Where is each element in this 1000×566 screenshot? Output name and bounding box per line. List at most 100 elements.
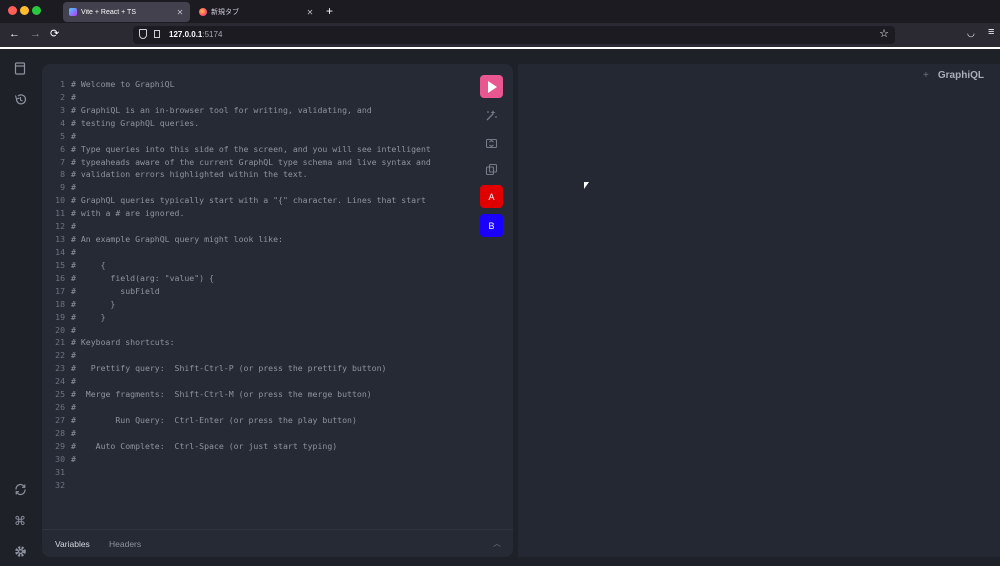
close-window-button[interactable] xyxy=(8,6,17,15)
line-text[interactable]: # Prettify query: Shift-Ctrl-P (or press… xyxy=(71,362,386,375)
code-line[interactable]: 5 # xyxy=(42,130,482,143)
minimize-window-button[interactable] xyxy=(20,6,29,15)
line-text[interactable]: # { xyxy=(71,259,106,272)
history-icon[interactable] xyxy=(13,93,27,107)
pocket-icon[interactable]: ◡ xyxy=(967,28,975,39)
line-text[interactable]: # xyxy=(71,324,76,337)
chevron-up-icon[interactable]: ︿ xyxy=(493,538,501,549)
editor-tools-bar: Variables Headers ︿ xyxy=(42,529,513,558)
forward-icon[interactable]: → xyxy=(30,27,41,41)
code-line[interactable]: 7 # typeaheads aware of the current Graph… xyxy=(42,156,482,169)
line-text[interactable]: # testing GraphQL queries. xyxy=(71,117,199,130)
reload-icon[interactable]: ⟳ xyxy=(50,27,59,41)
line-text[interactable]: # } xyxy=(71,311,106,324)
prettify-button[interactable] xyxy=(480,104,503,127)
code-line[interactable]: 20 # xyxy=(42,324,482,337)
line-text[interactable]: # xyxy=(71,375,76,388)
line-text[interactable]: # xyxy=(71,246,76,259)
line-text[interactable]: # xyxy=(71,91,76,104)
code-line[interactable]: 9 # xyxy=(42,181,482,194)
line-text[interactable]: # Merge fragments: Shift-Ctrl-M (or pres… xyxy=(71,388,372,401)
line-text[interactable]: # xyxy=(71,427,76,440)
shortcuts-icon[interactable]: ⌘ xyxy=(13,514,27,528)
line-text[interactable]: # GraphQL queries typically start with a… xyxy=(71,194,426,207)
line-text[interactable]: # with a # are ignored. xyxy=(71,207,184,220)
url-bar[interactable]: 127.0.0.1:5174 ☆ xyxy=(133,26,895,44)
code-line[interactable]: 3 # GraphiQL is an in-browser tool for wr… xyxy=(42,104,482,117)
line-text[interactable]: # validation errors highlighted within t… xyxy=(71,168,308,181)
line-text[interactable]: # Type queries into this side of the scr… xyxy=(71,143,431,156)
code-line[interactable]: 27 # Run Query: Ctrl-Enter (or press the … xyxy=(42,414,482,427)
url-text[interactable]: 127.0.0.1:5174 xyxy=(169,30,222,39)
line-number: 31 xyxy=(55,466,65,477)
line-text[interactable]: # subField xyxy=(71,285,160,298)
code-line[interactable]: 18 # } xyxy=(42,298,482,311)
new-tab-button[interactable]: + xyxy=(326,4,333,18)
refetch-icon[interactable] xyxy=(13,483,27,497)
line-text[interactable]: # xyxy=(71,349,76,362)
code-line[interactable]: 29 # Auto Complete: Ctrl-Space (or just s… xyxy=(42,440,482,453)
code-line[interactable]: 10 # GraphQL queries typically start with… xyxy=(42,194,482,207)
bookmark-star-icon[interactable]: ☆ xyxy=(879,27,889,40)
firefox-icon xyxy=(199,8,207,16)
code-line[interactable]: 21 # Keyboard shortcuts: xyxy=(42,336,482,349)
code-line[interactable]: 15 # { xyxy=(42,259,482,272)
line-number: 30 xyxy=(55,453,65,464)
tab-headers[interactable]: Headers xyxy=(109,539,141,549)
line-text[interactable]: # xyxy=(71,181,76,194)
line-text[interactable]: # Keyboard shortcuts: xyxy=(71,336,175,349)
code-line[interactable]: 32 xyxy=(42,479,482,492)
code-line[interactable]: 17 # subField xyxy=(42,285,482,298)
code-line[interactable]: 14 # xyxy=(42,246,482,259)
line-text[interactable]: # Run Query: Ctrl-Enter (or press the pl… xyxy=(71,414,357,427)
code-line[interactable]: 1 # Welcome to GraphiQL xyxy=(42,78,482,91)
code-line[interactable]: 16 # field(arg: "value") { xyxy=(42,272,482,285)
maximize-window-button[interactable] xyxy=(32,6,41,15)
code-line[interactable]: 25 # Merge fragments: Shift-Ctrl-M (or pr… xyxy=(42,388,482,401)
code-line[interactable]: 22 # xyxy=(42,349,482,362)
copy-button[interactable] xyxy=(480,158,503,181)
line-text[interactable]: # } xyxy=(71,298,115,311)
close-tab-icon[interactable]: ✕ xyxy=(174,8,186,17)
code-line[interactable]: 24 # xyxy=(42,375,482,388)
browser-tab-active[interactable]: Vite + React + TS ✕ xyxy=(63,2,190,22)
line-text[interactable]: # GraphiQL is an in-browser tool for wri… xyxy=(71,104,372,117)
tab-variables[interactable]: Variables xyxy=(55,539,90,549)
line-text[interactable]: # field(arg: "value") { xyxy=(71,272,214,285)
line-text[interactable]: # xyxy=(71,401,76,414)
line-text[interactable]: # xyxy=(71,220,76,233)
settings-icon[interactable] xyxy=(13,545,27,559)
line-text[interactable]: # typeaheads aware of the current GraphQ… xyxy=(71,156,431,169)
back-icon[interactable]: ← xyxy=(9,27,20,41)
docs-icon[interactable] xyxy=(13,62,27,76)
code-line[interactable]: 11 # with a # are ignored. xyxy=(42,207,482,220)
code-line[interactable]: 19 # } xyxy=(42,311,482,324)
code-line[interactable]: 4 # testing GraphQL queries. xyxy=(42,117,482,130)
line-text[interactable]: # Welcome to GraphiQL xyxy=(71,78,175,91)
browser-tab-new[interactable]: 新規タブ ✕ xyxy=(193,2,320,22)
code-line[interactable]: 31 xyxy=(42,466,482,479)
line-text[interactable]: # xyxy=(71,130,76,143)
line-text[interactable]: # xyxy=(71,453,76,466)
menu-icon[interactable]: ≡ xyxy=(988,26,994,38)
code-line[interactable]: 13 # An example GraphQL query might look … xyxy=(42,233,482,246)
code-line[interactable]: 28 # xyxy=(42,427,482,440)
query-editor[interactable]: 1 # Welcome to GraphiQL 2 #3 # GraphiQL is a… xyxy=(42,78,482,492)
code-line[interactable]: 2 # xyxy=(42,91,482,104)
code-line[interactable]: 30 # xyxy=(42,453,482,466)
add-tab-icon[interactable]: + xyxy=(923,70,929,81)
code-line[interactable]: 12 # xyxy=(42,220,482,233)
line-text[interactable]: # An example GraphQL query might look li… xyxy=(71,233,283,246)
line-text[interactable]: # Auto Complete: Ctrl-Space (or just sta… xyxy=(71,440,337,453)
code-line[interactable]: 26 # xyxy=(42,401,482,414)
run-query-button[interactable] xyxy=(480,75,503,98)
close-tab-icon[interactable]: ✕ xyxy=(304,8,316,17)
custom-b-button[interactable]: B xyxy=(480,214,503,237)
custom-a-button[interactable]: A xyxy=(480,185,503,208)
code-line[interactable]: 6 # Type queries into this side of the sc… xyxy=(42,143,482,156)
code-line[interactable]: 23 # Prettify query: Shift-Ctrl-P (or pre… xyxy=(42,362,482,375)
code-line[interactable]: 8 # validation errors highlighted within … xyxy=(42,168,482,181)
line-number: 15 xyxy=(55,259,65,270)
merge-button[interactable] xyxy=(480,132,503,155)
shield-icon[interactable] xyxy=(139,29,147,39)
